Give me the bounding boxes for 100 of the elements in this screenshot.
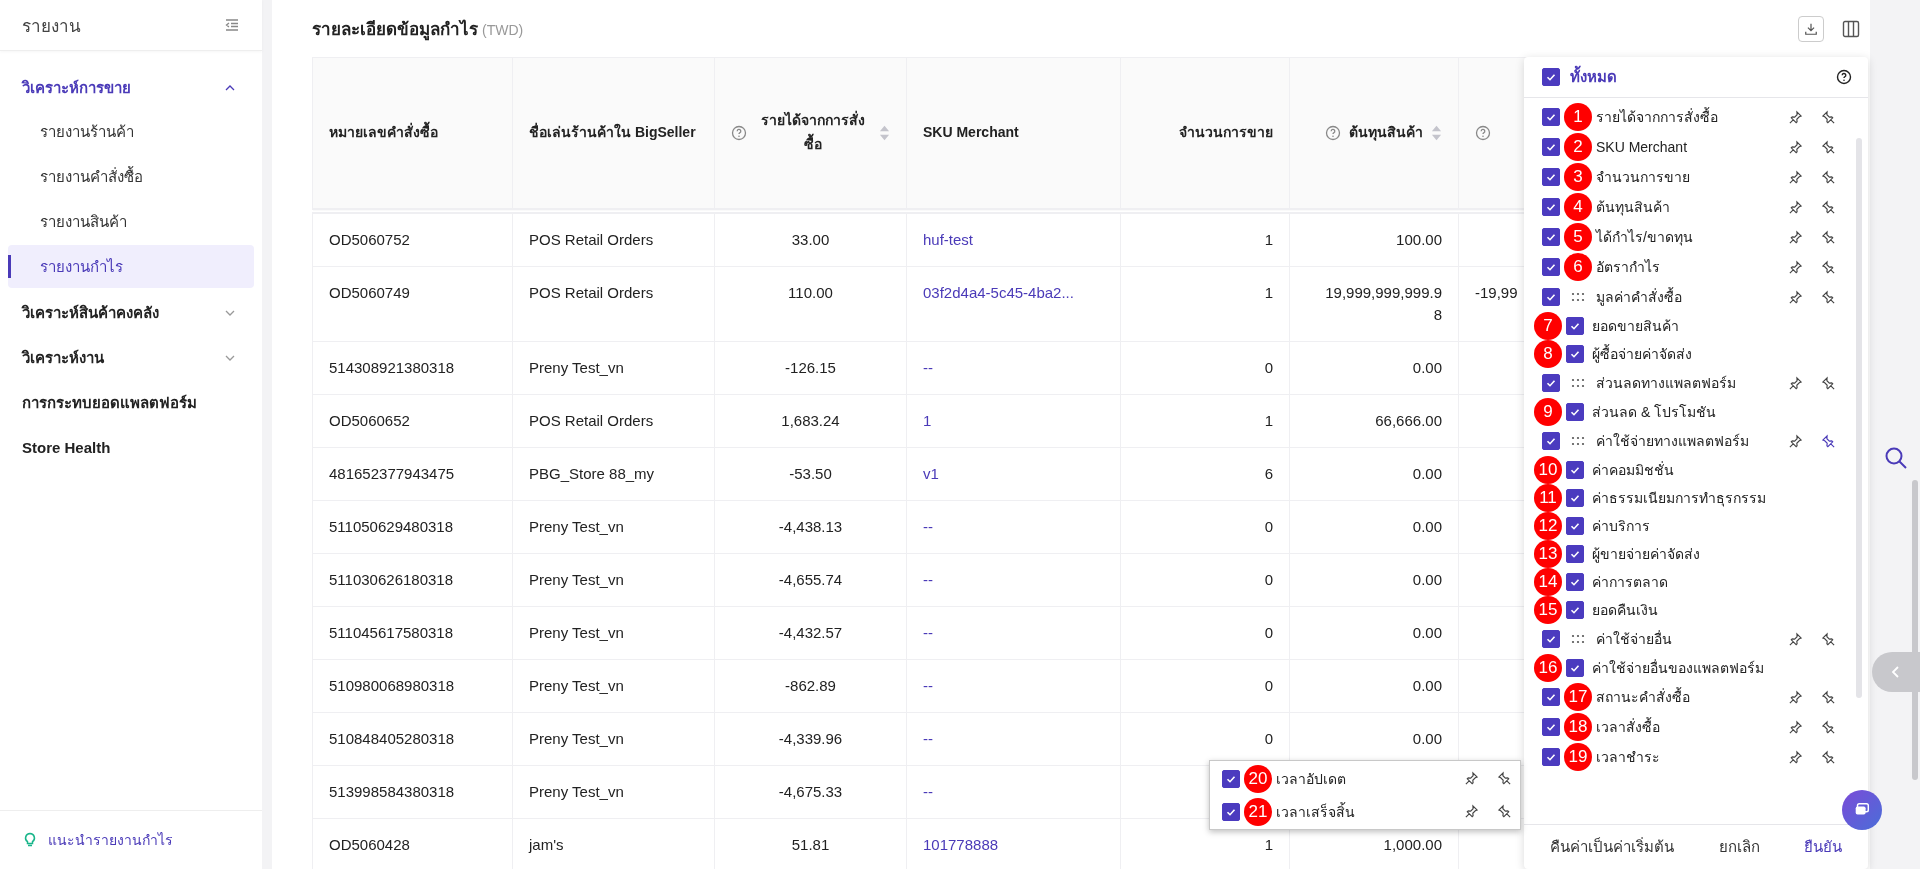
- checkbox[interactable]: [1566, 345, 1584, 363]
- checkbox[interactable]: [1566, 489, 1584, 507]
- cancel-button[interactable]: ยกเลิก: [1712, 831, 1766, 863]
- pin-icon[interactable]: [1788, 199, 1803, 215]
- drag-handle-icon[interactable]: [1571, 436, 1585, 446]
- pin-icon[interactable]: [1821, 139, 1836, 155]
- checkbox[interactable]: [1542, 748, 1560, 766]
- table-cell-text: 514308921380318: [329, 358, 455, 378]
- pin-icon[interactable]: [1788, 689, 1803, 705]
- pin-icon[interactable]: [1788, 631, 1803, 647]
- pin-icon[interactable]: [1788, 109, 1803, 125]
- pin-icon[interactable]: [1788, 375, 1803, 391]
- checkbox[interactable]: [1542, 288, 1560, 306]
- sku-link[interactable]: --: [923, 728, 933, 750]
- checkbox[interactable]: [1566, 461, 1584, 479]
- pin-icon[interactable]: [1788, 259, 1803, 275]
- checkbox[interactable]: [1542, 688, 1560, 706]
- pin-icon[interactable]: [1821, 289, 1836, 305]
- pin-icon[interactable]: [1788, 749, 1803, 765]
- pin-icon[interactable]: [1464, 771, 1479, 786]
- pin-icon[interactable]: [1497, 771, 1512, 786]
- confirm-button[interactable]: ยืนยัน: [1798, 831, 1848, 863]
- checkbox[interactable]: [1566, 517, 1584, 535]
- menu-item[interactable]: รายงานร้านค้า: [8, 110, 254, 153]
- reset-button[interactable]: คืนค่าเป็นค่าเริ่มต้น: [1544, 831, 1680, 863]
- pin-icon[interactable]: [1821, 433, 1836, 449]
- number-marker: 17: [1564, 683, 1592, 711]
- pin-icon[interactable]: [1821, 631, 1836, 647]
- pin-icon[interactable]: [1821, 199, 1836, 215]
- sku-link[interactable]: --: [923, 622, 933, 644]
- search-icon[interactable]: [1884, 446, 1908, 470]
- drag-handle-icon[interactable]: [1571, 378, 1585, 388]
- pin-icon[interactable]: [1821, 169, 1836, 185]
- checkbox[interactable]: [1542, 138, 1560, 156]
- menu-group[interactable]: Store Health: [0, 425, 262, 470]
- pin-icon[interactable]: [1821, 749, 1836, 765]
- pin-icon[interactable]: [1788, 229, 1803, 245]
- pin-icon[interactable]: [1821, 109, 1836, 125]
- checkbox[interactable]: [1566, 403, 1584, 421]
- checkbox[interactable]: [1222, 769, 1240, 788]
- column-option: อัตรากำไร: [1596, 256, 1770, 278]
- checkbox[interactable]: [1566, 573, 1584, 591]
- checkbox[interactable]: [1566, 659, 1584, 677]
- sku-link[interactable]: --: [923, 675, 933, 697]
- number-marker: 15: [1534, 596, 1562, 624]
- number-marker: 18: [1564, 713, 1592, 741]
- help-icon[interactable]: [1836, 69, 1852, 85]
- number-marker: 1: [1564, 103, 1592, 131]
- pin-icon[interactable]: [1788, 433, 1803, 449]
- table-cell-text: 0.00: [1412, 623, 1442, 643]
- sku-link[interactable]: --: [923, 781, 933, 803]
- tips-link[interactable]: แนะนำรายงานกำไร: [48, 829, 173, 851]
- menu-item[interactable]: รายงานกำไร: [8, 245, 254, 288]
- pin-icon[interactable]: [1788, 289, 1803, 305]
- sku-link[interactable]: huf-test: [923, 229, 974, 251]
- checkbox[interactable]: [1542, 198, 1560, 216]
- chat-button[interactable]: [1842, 790, 1882, 830]
- table-cell-text: OD5060749: [329, 283, 410, 303]
- sku-link[interactable]: 1: [923, 410, 932, 432]
- download-button[interactable]: [1798, 15, 1824, 42]
- pin-icon[interactable]: [1464, 804, 1479, 819]
- pin-icon[interactable]: [1788, 139, 1803, 155]
- checkbox[interactable]: [1542, 258, 1560, 276]
- pin-icon[interactable]: [1788, 169, 1803, 185]
- checkbox[interactable]: [1542, 168, 1560, 186]
- checkbox[interactable]: [1542, 68, 1560, 86]
- pin-icon[interactable]: [1821, 375, 1836, 391]
- menu-group[interactable]: วิเคราะห์งาน: [0, 335, 262, 380]
- collapse-menu-icon[interactable]: [224, 17, 240, 33]
- menu-group[interactable]: การกระทบยอดแพลตฟอร์ม: [0, 380, 262, 425]
- pin-icon[interactable]: [1821, 229, 1836, 245]
- checkbox[interactable]: [1542, 432, 1560, 450]
- checkbox[interactable]: [1542, 108, 1560, 126]
- checkbox[interactable]: [1542, 374, 1560, 392]
- menu-group[interactable]: วิเคราะห์การขาย: [0, 65, 262, 110]
- checkbox[interactable]: [1566, 317, 1584, 335]
- checkbox[interactable]: [1222, 802, 1240, 821]
- scrollbar[interactable]: [1912, 480, 1918, 780]
- sku-link[interactable]: --: [923, 516, 933, 538]
- sku-link[interactable]: v1: [923, 463, 939, 485]
- pin-icon[interactable]: [1788, 719, 1803, 735]
- scrollbar[interactable]: [1856, 138, 1862, 698]
- checkbox[interactable]: [1566, 601, 1584, 619]
- pin-icon[interactable]: [1497, 804, 1512, 819]
- menu-item[interactable]: รายงานสินค้า: [8, 200, 254, 243]
- checkbox[interactable]: [1542, 228, 1560, 246]
- drag-handle-icon[interactable]: [1571, 292, 1585, 302]
- menu-group[interactable]: วิเคราะห์สินค้าคงคลัง: [0, 290, 262, 335]
- sku-link[interactable]: --: [923, 569, 933, 591]
- table-cell-text: OD5060652: [329, 411, 410, 431]
- sku-link[interactable]: 101778888: [923, 834, 999, 856]
- sku-link[interactable]: --: [923, 357, 933, 379]
- checkbox[interactable]: [1542, 630, 1560, 648]
- menu-item[interactable]: รายงานคำสั่งซื้อ: [8, 155, 254, 198]
- checkbox[interactable]: [1566, 545, 1584, 563]
- pin-icon[interactable]: [1821, 689, 1836, 705]
- pin-icon[interactable]: [1821, 719, 1836, 735]
- checkbox[interactable]: [1542, 718, 1560, 736]
- pin-icon[interactable]: [1821, 259, 1836, 275]
- drag-handle-icon[interactable]: [1571, 634, 1585, 644]
